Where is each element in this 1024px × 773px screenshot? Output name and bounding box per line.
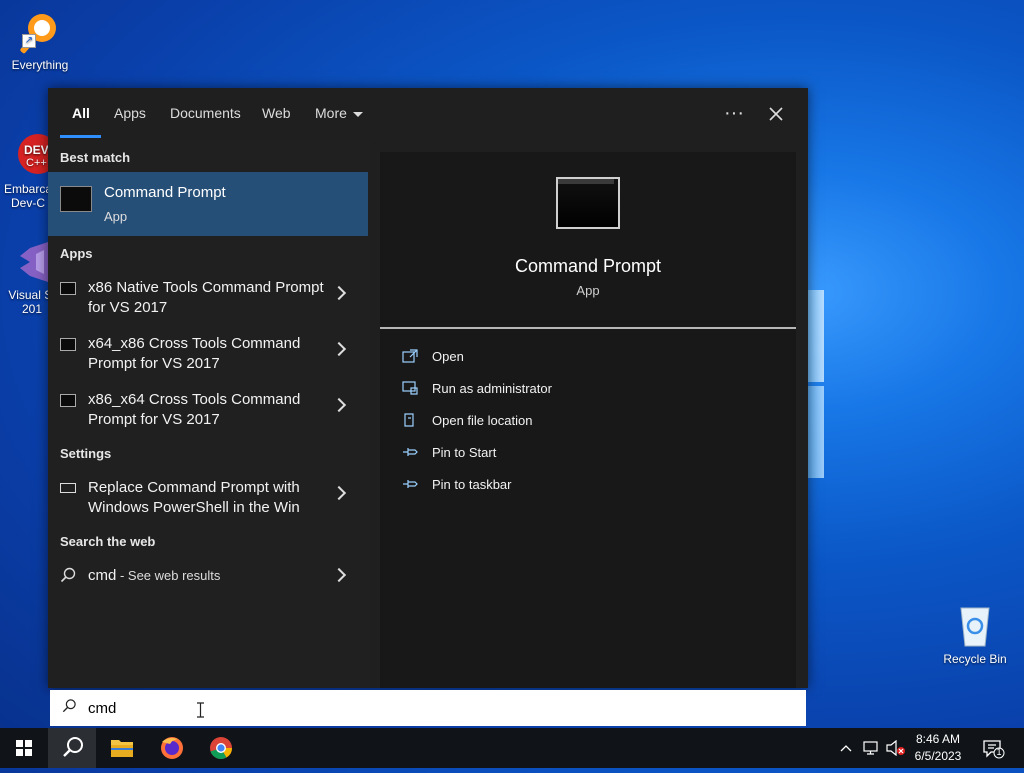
svg-text:C++: C++ [26,157,47,169]
search-icon [63,737,83,757]
settings-display-icon [60,483,76,493]
action-pin-to-taskbar[interactable]: Pin to taskbar [400,476,700,498]
desktop-icon-label: Recycle Bin [943,652,1007,666]
web-query: cmd [88,567,117,584]
file-explorer-button[interactable] [98,728,146,768]
preview-title: Command Prompt [514,256,662,276]
everything-icon: ↗ [16,8,64,56]
list-item-label: x64_x86 Cross Tools Command Prompt for V… [88,335,301,372]
search-icon [60,567,76,583]
close-icon [769,107,783,121]
tab-apps[interactable]: Apps [114,105,146,121]
preview-divider [380,327,796,329]
file-location-icon [404,413,414,427]
list-item-label: x86 Native Tools Command Prompt for VS 2… [88,279,324,316]
search-tabs: All Apps Documents Web More ··· [48,88,808,140]
best-match-item[interactable]: Command Prompt App [48,172,368,236]
chevron-right-icon[interactable] [331,485,347,501]
chevron-right-icon[interactable] [331,341,347,357]
firefox-button[interactable] [148,728,196,768]
chrome-button[interactable] [197,728,245,768]
action-label: Pin to taskbar [432,477,512,492]
apps-heading: Apps [60,246,93,261]
command-prompt-icon [60,282,76,295]
desktop-light-beam [808,386,824,478]
chevron-right-icon[interactable] [331,397,347,413]
more-options-button[interactable]: ··· [720,100,748,128]
search-box[interactable] [50,690,806,726]
search-web-heading: Search the web [60,534,156,549]
pin-icon [403,448,418,456]
command-prompt-icon [60,394,76,407]
tab-web[interactable]: Web [262,105,291,121]
action-pin-to-start[interactable]: Pin to Start [400,444,700,466]
pin-icon [403,480,418,488]
tab-more[interactable]: More [315,105,363,121]
preview-type: App [576,283,600,298]
folder-icon [111,740,133,757]
desktop-light-beam [808,290,824,382]
tab-more-label: More [315,105,347,121]
list-item[interactable]: x86_x64 Cross Tools Command Prompt for V… [48,386,368,440]
chevron-up-icon[interactable] [840,741,852,755]
list-item[interactable]: x64_x86 Cross Tools Command Prompt for V… [48,330,368,384]
volume-muted-icon[interactable] [886,740,906,756]
list-item[interactable]: Replace Command Prompt with Windows Powe… [48,474,368,528]
chevron-right-icon[interactable] [331,285,347,301]
network-icon[interactable] [863,740,881,756]
desktop-icon-everything[interactable]: ↗ Everything [2,8,78,72]
action-label: Pin to Start [432,445,497,460]
best-match-heading: Best match [60,150,131,165]
list-item-label: Replace Command Prompt with Windows Powe… [88,479,300,516]
open-icon [402,349,418,363]
firefox-icon [161,737,183,759]
tab-documents[interactable]: Documents [170,105,241,121]
list-item-label: x86_x64 Cross Tools Command Prompt for V… [88,391,301,428]
desktop-icon-recycle-bin[interactable]: Recycle Bin [937,602,1013,666]
start-button[interactable] [0,728,48,768]
shield-icon [402,381,418,395]
action-open-file-location[interactable]: Open file location [400,412,700,434]
search-panel: All Apps Documents Web More ··· Best mat… [48,88,808,688]
command-prompt-icon [556,177,620,229]
windows-logo-icon [16,740,32,756]
web-suffix: - See web results [116,568,221,583]
taskbar: 8:46 AM 6/5/2023 1 [0,728,1024,768]
tab-all[interactable]: All [72,105,90,121]
chevron-down-icon [352,111,363,117]
devcpp-icon: DEV C++ [4,118,58,174]
action-run-as-admin[interactable]: Run as administrator [400,380,700,402]
search-button[interactable] [48,728,96,768]
action-label: Run as administrator [432,381,552,396]
preview-pane: Command Prompt App Open Run as administr… [380,152,796,688]
action-label: Open [432,349,464,364]
command-prompt-icon [60,338,76,351]
web-search-item[interactable]: cmd - See web results [48,562,368,598]
search-icon [62,699,76,713]
text-cursor-icon [197,702,204,718]
clock-date[interactable]: 6/5/2023 [908,749,968,763]
recycle-bin-icon [951,602,999,650]
list-item[interactable]: x86 Native Tools Command Prompt for VS 2… [48,274,368,328]
clock-time[interactable]: 8:46 AM [908,732,968,746]
command-prompt-icon [60,186,92,212]
svg-text:DEV: DEV [24,143,49,157]
action-label: Open file location [432,413,533,428]
notification-count: 1 [996,747,1002,757]
best-match-type: App [104,209,128,224]
chevron-right-icon[interactable] [331,567,347,583]
active-tab-indicator [60,135,101,138]
action-open[interactable]: Open [400,348,700,370]
web-search-label: cmd - See web results [88,566,328,586]
desktop-icon-label: Everything [11,58,69,72]
best-match-name: Command Prompt [104,184,226,201]
close-button[interactable] [762,100,790,128]
settings-heading: Settings [60,446,112,461]
chrome-icon [210,737,232,760]
search-input[interactable] [88,696,688,720]
